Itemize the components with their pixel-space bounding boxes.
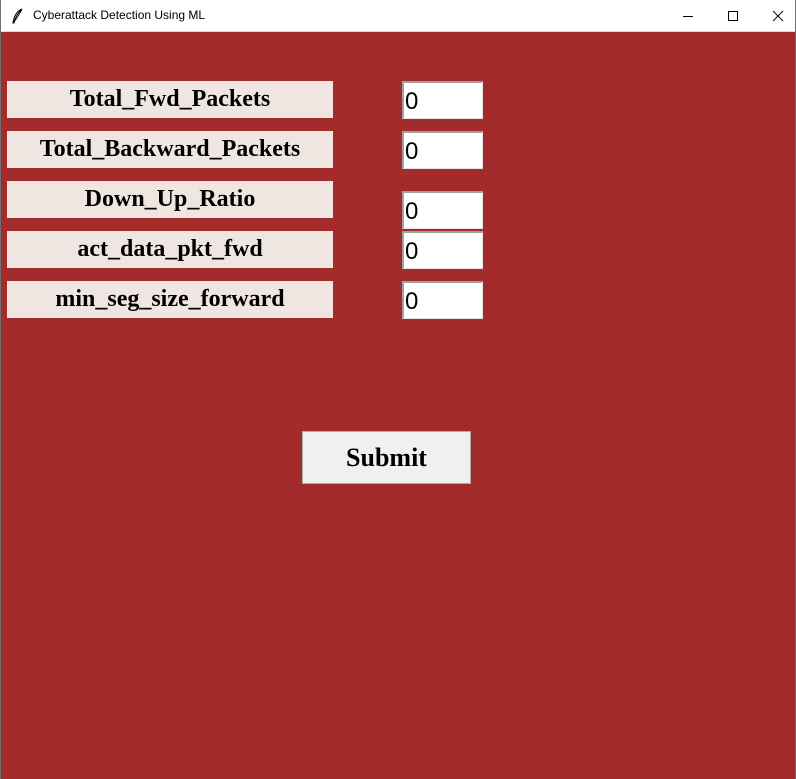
min-seg-size-forward-input[interactable] xyxy=(402,281,483,319)
minimize-icon xyxy=(683,15,693,17)
close-icon xyxy=(772,10,784,21)
maximize-icon xyxy=(728,10,738,21)
window-title: Cyberattack Detection Using ML xyxy=(33,8,206,22)
app-window: Cyberattack Detection Using ML Total_Fwd… xyxy=(0,0,796,779)
label-total-backward-packets: Total_Backward_Packets xyxy=(7,131,333,168)
submit-button[interactable]: Submit xyxy=(302,431,471,484)
total-backward-packets-input[interactable] xyxy=(402,131,483,169)
minimize-button[interactable] xyxy=(665,0,711,31)
label-total-fwd-packets: Total_Fwd_Packets xyxy=(7,81,333,118)
feather-icon xyxy=(12,8,23,24)
close-button[interactable] xyxy=(755,0,796,31)
down-up-ratio-input[interactable] xyxy=(402,191,483,229)
title-bar[interactable]: Cyberattack Detection Using ML xyxy=(1,0,795,32)
label-act-data-pkt-fwd: act_data_pkt_fwd xyxy=(7,231,333,268)
act-data-pkt-fwd-input[interactable] xyxy=(402,231,483,269)
label-down-up-ratio: Down_Up_Ratio xyxy=(7,181,333,218)
total-fwd-packets-input[interactable] xyxy=(402,81,483,119)
maximize-button[interactable] xyxy=(710,0,756,31)
label-min-seg-size-forward: min_seg_size_forward xyxy=(7,281,333,318)
